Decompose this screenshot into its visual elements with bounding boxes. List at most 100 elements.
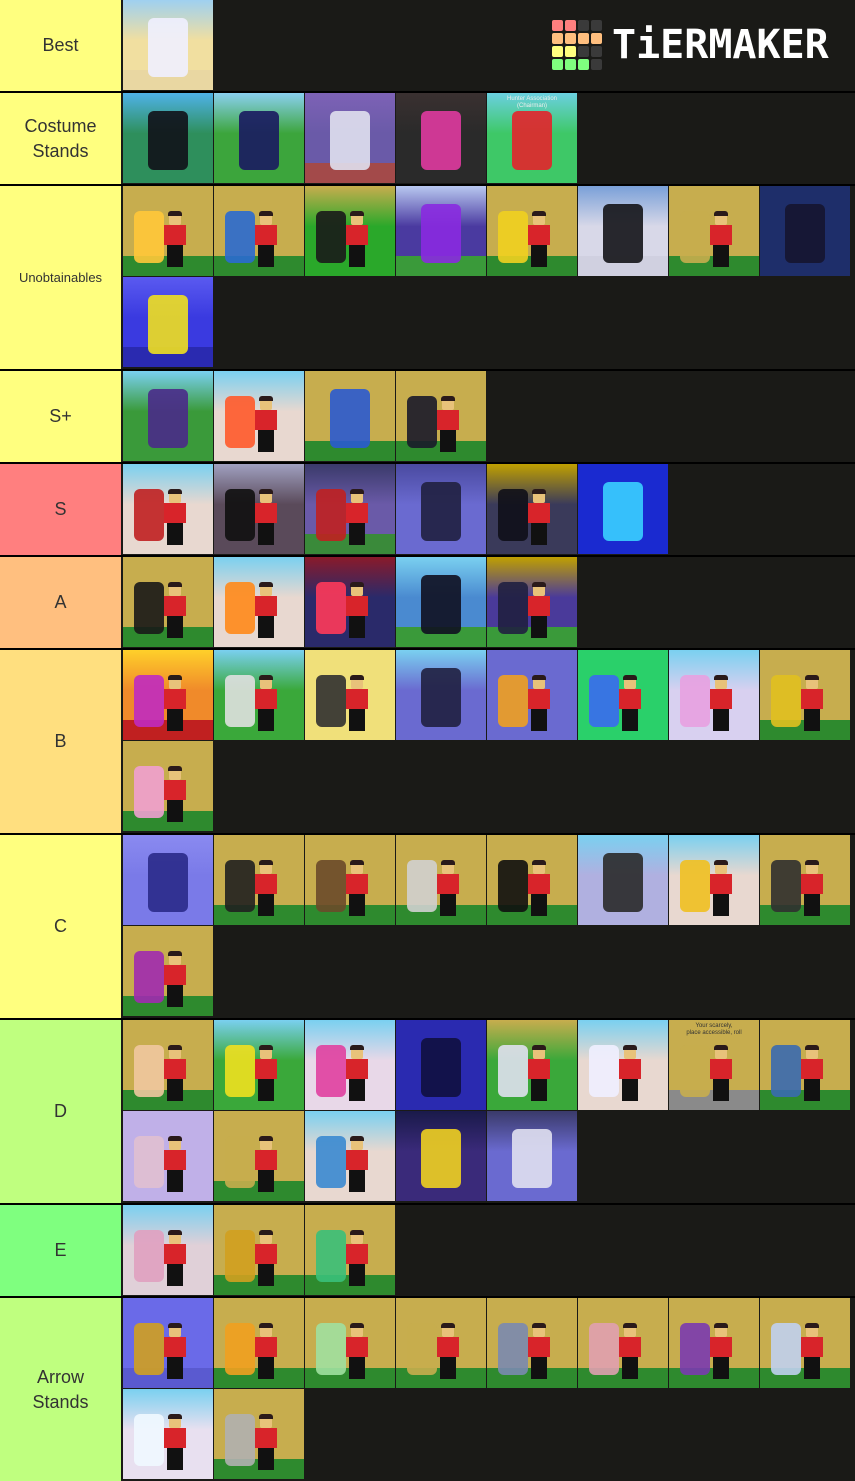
tier-item-image[interactable]	[123, 650, 214, 741]
player-avatar	[255, 1136, 277, 1192]
tier-item-image[interactable]	[305, 186, 396, 277]
tier-label[interactable]: D	[0, 1020, 123, 1203]
tier-label[interactable]: Unobtainables	[0, 186, 123, 369]
tier-item-image[interactable]	[396, 557, 487, 648]
tier-label[interactable]: C	[0, 835, 123, 1018]
tier-item-image[interactable]	[396, 835, 487, 926]
tier-item-image[interactable]	[487, 186, 578, 277]
tier-item-image[interactable]	[214, 835, 305, 926]
tier-item-image[interactable]	[214, 1205, 305, 1296]
tier-label[interactable]: B	[0, 650, 123, 833]
tier-item-image[interactable]	[123, 1389, 214, 1480]
tier-item-image[interactable]	[214, 1298, 305, 1389]
tier-label[interactable]: A	[0, 557, 123, 648]
tier-item-image[interactable]	[123, 0, 214, 91]
stand-figure	[421, 1129, 461, 1189]
tier-item-image[interactable]	[305, 371, 396, 462]
tier-item-image[interactable]	[123, 464, 214, 555]
stand-figure	[133, 582, 165, 635]
tier-item-image[interactable]	[669, 186, 760, 277]
tier-item-image[interactable]	[214, 1020, 305, 1111]
stand-figure	[148, 18, 188, 78]
tier-item-image[interactable]	[123, 277, 214, 368]
tier-item-image[interactable]	[123, 1020, 214, 1111]
tier-item-image[interactable]	[305, 1205, 396, 1296]
tier-item-image[interactable]	[487, 1020, 578, 1111]
tier-item-image[interactable]	[305, 464, 396, 555]
tier-item-image[interactable]	[214, 1389, 305, 1480]
tier-item-image[interactable]	[123, 1111, 214, 1202]
tier-item-image[interactable]	[396, 93, 487, 184]
tier-item-image[interactable]	[578, 186, 669, 277]
tier-item-image[interactable]	[123, 741, 214, 832]
tier-item-image[interactable]	[214, 464, 305, 555]
tier-item-image[interactable]	[305, 557, 396, 648]
tier-item-image[interactable]	[760, 186, 851, 277]
tier-item-image[interactable]	[760, 835, 851, 926]
tier-label[interactable]: S+	[0, 371, 123, 462]
tier-item-image[interactable]	[214, 371, 305, 462]
tier-item-image[interactable]	[487, 557, 578, 648]
tier-item-image[interactable]	[578, 464, 669, 555]
tier-label[interactable]: S	[0, 464, 123, 555]
tier-item-image[interactable]	[396, 1111, 487, 1202]
tier-item-image[interactable]	[214, 1111, 305, 1202]
tier-item-image[interactable]	[487, 1111, 578, 1202]
tiermaker-logo[interactable]: TiERMAKER	[552, 20, 829, 70]
tier-item-image[interactable]	[487, 1298, 578, 1389]
tier-item-image[interactable]	[669, 650, 760, 741]
tier-item-image[interactable]	[578, 1020, 669, 1111]
stand-figure	[224, 1323, 256, 1376]
tier-label[interactable]: Best	[0, 0, 123, 91]
tier-item-image[interactable]	[760, 650, 851, 741]
tier-item-image[interactable]	[396, 371, 487, 462]
tier-label[interactable]: Costume Stands	[0, 93, 123, 184]
tier-item-image[interactable]	[123, 926, 214, 1017]
tier-item-image[interactable]	[578, 650, 669, 741]
tier-item-image[interactable]	[305, 1111, 396, 1202]
tier-item-image[interactable]	[123, 1205, 214, 1296]
tier-item-image[interactable]	[578, 835, 669, 926]
tier-item-image[interactable]	[123, 1298, 214, 1389]
tier-item-image[interactable]: Hunter Association (Chairman)	[487, 93, 578, 184]
tier-row: Costume Stands Hunter Association (Chairm…	[0, 91, 855, 184]
tier-item-image[interactable]	[305, 835, 396, 926]
tier-item-image[interactable]	[487, 835, 578, 926]
tier-item-image[interactable]	[214, 186, 305, 277]
tier-item-image[interactable]	[214, 93, 305, 184]
tier-item-image[interactable]	[214, 557, 305, 648]
tier-item-image[interactable]	[760, 1298, 851, 1389]
tier-item-image[interactable]	[305, 650, 396, 741]
tier-item-image[interactable]	[123, 93, 214, 184]
tier-item-image[interactable]	[396, 650, 487, 741]
tier-item-image[interactable]	[669, 835, 760, 926]
tier-item-image[interactable]	[396, 464, 487, 555]
stand-figure	[330, 389, 370, 449]
player-avatar	[801, 1045, 823, 1101]
tier-item-image[interactable]	[123, 371, 214, 462]
tier-label[interactable]: Arrow Stands	[0, 1298, 123, 1481]
stand-figure	[679, 1323, 711, 1376]
player-avatar	[164, 675, 186, 731]
tier-item-image[interactable]: Your scarcely, place accessible, roll	[669, 1020, 760, 1111]
stand-figure	[421, 668, 461, 728]
tier-row: Arrow Stands	[0, 1296, 855, 1481]
tier-item-image[interactable]	[305, 1298, 396, 1389]
tier-item-image[interactable]	[396, 186, 487, 277]
tier-item-image[interactable]	[214, 650, 305, 741]
tier-item-image[interactable]	[123, 557, 214, 648]
tier-item-image[interactable]	[305, 1020, 396, 1111]
tier-item-image[interactable]	[123, 835, 214, 926]
player-avatar	[346, 582, 368, 638]
tier-item-image[interactable]	[669, 1298, 760, 1389]
tier-item-image[interactable]	[396, 1020, 487, 1111]
tier-item-image[interactable]	[760, 1020, 851, 1111]
tier-item-image[interactable]	[487, 464, 578, 555]
tier-item-image[interactable]	[305, 93, 396, 184]
tier-item-image[interactable]	[578, 1298, 669, 1389]
tier-label[interactable]: E	[0, 1205, 123, 1296]
tier-item-image[interactable]	[123, 186, 214, 277]
stand-figure	[679, 675, 711, 728]
tier-item-image[interactable]	[396, 1298, 487, 1389]
tier-item-image[interactable]	[487, 650, 578, 741]
